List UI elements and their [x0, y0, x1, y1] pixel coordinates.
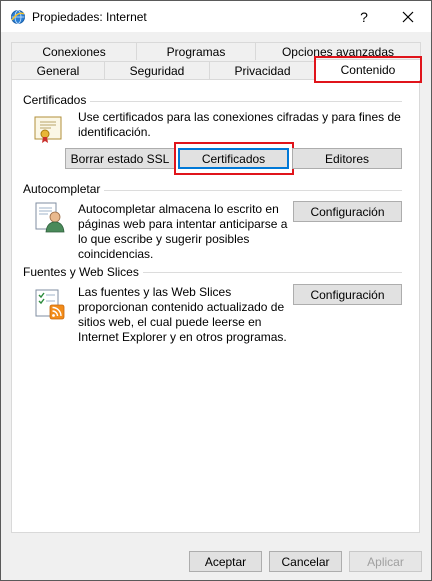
- feeds-icon: [35, 289, 65, 320]
- certificados-button[interactable]: Certificados: [178, 148, 289, 169]
- autocompletar-desc-line: lo que escribe y sugerir posibles: [78, 232, 250, 246]
- autocomplete-user-icon: [35, 202, 65, 233]
- ie-globe-icon: [11, 10, 25, 24]
- autocompletar-configuracion-button[interactable]: Configuración: [293, 201, 402, 222]
- certificados-title: Certificados: [23, 93, 91, 107]
- close-button[interactable]: [385, 1, 431, 32]
- help-button[interactable]: ?: [341, 1, 387, 32]
- autocompletar-desc-line: coincidencias.: [78, 247, 154, 261]
- fuentes-desc-line: Internet Explorer y en otros programas.: [78, 330, 287, 344]
- fuentes-configuracion-button[interactable]: Configuración: [293, 284, 402, 305]
- tab-opciones-avanzadas[interactable]: Opciones avanzadas: [255, 42, 421, 60]
- autocompletar-title: Autocompletar: [23, 182, 105, 196]
- aplicar-button[interactable]: Aplicar: [349, 551, 422, 572]
- borrar-estado-ssl-button[interactable]: Borrar estado SSL: [65, 148, 175, 169]
- properties-window: Propiedades: Internet ? Conexiones Progr…: [0, 0, 432, 581]
- tab-conexiones[interactable]: Conexiones: [11, 42, 137, 60]
- autocompletar-desc-line: páginas web para intentar anticiparse a: [78, 217, 288, 231]
- autocompletar-description: Autocompletar almacena lo escrito en pág…: [78, 202, 287, 262]
- tab-contenido[interactable]: Contenido: [315, 59, 421, 80]
- certificados-description: Use certificados para las conexiones cif…: [78, 110, 401, 140]
- fuentes-description: Las fuentes y las Web Slices proporciona…: [78, 285, 287, 345]
- tab-general[interactable]: General: [11, 61, 105, 79]
- close-icon: [402, 11, 414, 22]
- tab-programas[interactable]: Programas: [136, 42, 256, 60]
- editores-button[interactable]: Editores: [292, 148, 402, 169]
- tab-privacidad[interactable]: Privacidad: [209, 61, 316, 79]
- title-bar[interactable]: Propiedades: Internet ?: [1, 1, 431, 32]
- certificados-desc-line: Use certificados para las conexiones cif…: [78, 110, 401, 124]
- certificate-icon: [34, 116, 62, 143]
- tab-seguridad[interactable]: Seguridad: [104, 61, 210, 79]
- fuentes-desc-line: sitios web, el cual puede leerse en: [78, 315, 262, 329]
- autocompletar-desc-line: Autocompletar almacena lo escrito en: [78, 202, 279, 216]
- fuentes-desc-line: Las fuentes y las Web Slices: [78, 285, 232, 299]
- window-title: Propiedades: Internet: [32, 10, 147, 24]
- fuentes-title: Fuentes y Web Slices: [23, 265, 143, 279]
- fuentes-desc-line: proporcionan contenido actualizado de: [78, 300, 285, 314]
- cancelar-button[interactable]: Cancelar: [269, 551, 342, 572]
- certificados-desc-line: identificación.: [78, 125, 151, 139]
- aceptar-button[interactable]: Aceptar: [189, 551, 262, 572]
